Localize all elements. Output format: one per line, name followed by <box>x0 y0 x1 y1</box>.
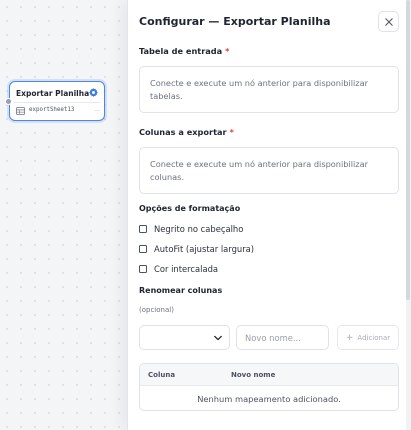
export-columns-label: Colunas a exportar * <box>139 127 234 137</box>
bold-header-checkbox[interactable] <box>139 225 147 233</box>
bold-header-option[interactable]: Negrito no cabeçalho <box>139 224 243 234</box>
mapping-table-header: Coluna Novo nome <box>140 364 398 386</box>
node-more[interactable]: … <box>94 106 100 113</box>
close-button[interactable] <box>378 11 399 32</box>
close-icon <box>384 17 393 26</box>
panel-scrollbar-thumb[interactable] <box>406 0 410 300</box>
column-header-column: Coluna <box>148 371 176 379</box>
column-select[interactable] <box>139 325 230 350</box>
export-sheet-node[interactable]: Exportar Planilha exportSheet13 … <box>5 81 105 121</box>
node-title: Exportar Planilha <box>16 89 90 98</box>
autofit-checkbox[interactable] <box>139 245 147 253</box>
add-mapping-button[interactable]: + Adicionar <box>337 325 399 350</box>
empty-mapping-message: Nenhum mapeamento adicionado. <box>197 393 341 404</box>
node-id: exportSheet13 <box>29 107 75 113</box>
autofit-option[interactable]: AutoFit (ajustar largura) <box>139 244 254 254</box>
required-marker: * <box>225 46 230 56</box>
rename-columns-title: Renomear colunas <box>139 286 223 295</box>
node-divider <box>14 102 100 103</box>
plus-icon: + <box>345 332 354 343</box>
gear-icon[interactable] <box>89 88 98 97</box>
new-name-input[interactable] <box>236 325 329 350</box>
column-header-new-name: Novo nome <box>231 371 276 379</box>
table-icon <box>16 107 25 115</box>
formatting-title: Opções de formatação <box>139 204 241 213</box>
bold-header-label: Negrito no cabeçalho <box>154 224 244 234</box>
alternate-color-checkbox[interactable] <box>139 265 147 273</box>
config-panel: Configurar — Exportar Planilha Tabela de… <box>127 0 411 430</box>
chevron-down-icon <box>214 335 222 341</box>
mapping-table: Coluna Novo nome Nenhum mapeamento adici… <box>139 363 399 411</box>
optional-hint: (opcional) <box>139 306 174 314</box>
node-input-port[interactable] <box>5 98 12 105</box>
required-marker: * <box>229 127 234 137</box>
input-table-label: Tabela de entrada * <box>139 46 230 56</box>
alternate-color-label: Cor intercalada <box>154 264 219 274</box>
panel-title: Configurar — Exportar Planilha <box>139 15 331 28</box>
add-mapping-label: Adicionar <box>357 333 391 342</box>
autofit-label: AutoFit (ajustar largura) <box>154 244 255 254</box>
input-table-message: Conecte e execute um nó anterior para di… <box>139 66 399 113</box>
export-columns-message: Conecte e execute um nó anterior para di… <box>139 147 399 194</box>
alternate-color-option[interactable]: Cor intercalada <box>139 264 218 274</box>
